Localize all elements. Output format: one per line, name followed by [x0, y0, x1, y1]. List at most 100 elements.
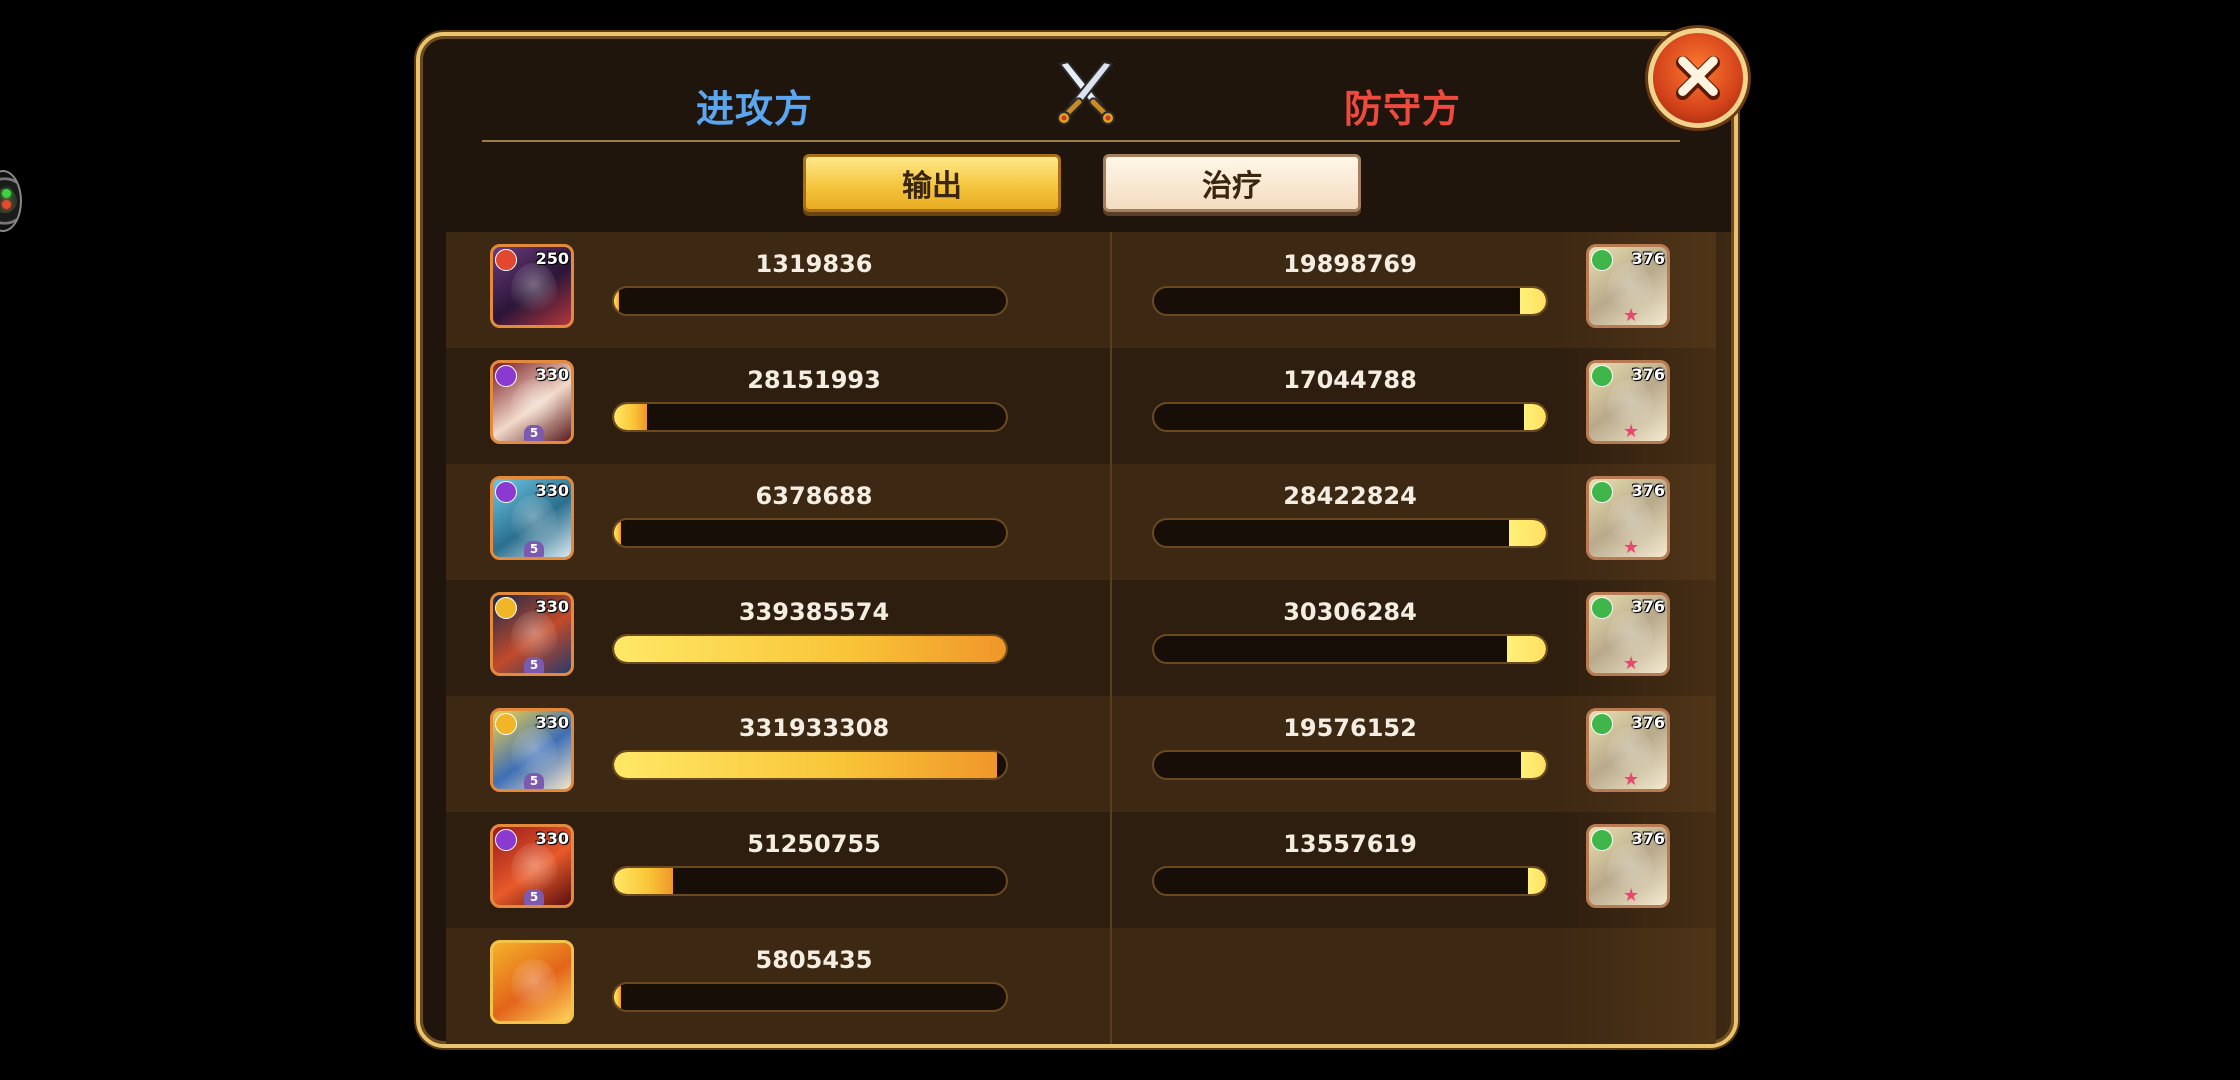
- dark-element-icon: [495, 365, 517, 387]
- close-icon: [1675, 55, 1721, 101]
- attacker-damage-bar: [612, 982, 1008, 1012]
- bar-fill: [1520, 288, 1546, 314]
- hero-star-count: 5: [524, 773, 544, 789]
- defender-damage-value: 19898769: [1283, 250, 1417, 278]
- battle-stats-panel: 进攻方 防守方 输出 治疗 250 1319836 330 5 28151993…: [416, 32, 1738, 1048]
- hero-star-count: 5: [524, 425, 544, 441]
- bar-fill: [614, 984, 621, 1010]
- fire-element-icon: [495, 249, 517, 271]
- attacker-damage-value: 5805435: [755, 946, 873, 974]
- nature-element-icon: [1591, 829, 1613, 851]
- attacker-hero-avatar[interactable]: 250: [490, 244, 574, 328]
- attacker-damage-bar: [612, 866, 1008, 896]
- attacker-damage-value: 6378688: [755, 482, 873, 510]
- light-element-icon: [495, 713, 517, 735]
- dark-element-icon: [495, 829, 517, 851]
- attacker-hero-avatar[interactable]: 330 5: [490, 360, 574, 444]
- nature-element-icon: [1591, 713, 1613, 735]
- defender-damage-value: 28422824: [1283, 482, 1417, 510]
- rank-star-icon: ★: [1623, 885, 1640, 906]
- hero-level: 376: [1631, 597, 1665, 616]
- game-screen: 进攻方 防守方 输出 治疗 250 1319836 330 5 28151993…: [0, 0, 2240, 1080]
- bar-fill: [1528, 868, 1546, 894]
- hero-level: 376: [1631, 829, 1665, 848]
- attacker-team-label: 进攻方: [696, 87, 814, 131]
- rank-star-icon: ★: [1623, 305, 1640, 326]
- hero-level: 376: [1631, 249, 1665, 268]
- defender-damage-bar: [1152, 866, 1548, 896]
- attacker-hero-avatar[interactable]: 330 5: [490, 708, 574, 792]
- attacker-damage-bar: [612, 750, 1008, 780]
- panel-header: 进攻方 防守方: [420, 36, 1734, 144]
- rank-star-icon: ★: [1623, 769, 1640, 790]
- rank-star-icon: ★: [1623, 421, 1640, 442]
- defender-team-label: 防守方: [1344, 87, 1462, 131]
- defender-damage-value: 13557619: [1283, 830, 1417, 858]
- floating-assistant-icon[interactable]: [0, 170, 22, 232]
- hero-level: 330: [535, 597, 569, 616]
- attacker-damage-value: 339385574: [738, 598, 890, 626]
- defender-damage-bar: [1152, 750, 1548, 780]
- hero-star-count: 5: [524, 889, 544, 905]
- defender-damage-bar: [1152, 402, 1548, 432]
- defender-hero-avatar[interactable]: 376 ★: [1586, 708, 1670, 792]
- defender-damage-bar: [1152, 286, 1548, 316]
- attacker-hero-avatar[interactable]: 330 5: [490, 476, 574, 560]
- attacker-hero-avatar[interactable]: [490, 940, 574, 1024]
- defender-damage-bar: [1152, 634, 1548, 664]
- nature-element-icon: [1591, 249, 1613, 271]
- attacker-damage-bar: [612, 402, 1008, 432]
- bar-fill: [1520, 752, 1546, 778]
- bar-fill: [1506, 636, 1546, 662]
- hero-portrait: [511, 263, 557, 317]
- attacker-damage-value: 331933308: [738, 714, 890, 742]
- defender-damage-value: 17044788: [1283, 366, 1417, 394]
- attacker-damage-value: 51250755: [747, 830, 881, 858]
- defender-hero-avatar[interactable]: 376 ★: [1586, 244, 1670, 328]
- hero-level: 376: [1631, 365, 1665, 384]
- hero-star-count: 5: [524, 657, 544, 673]
- defender-damage-value: 30306284: [1283, 598, 1417, 626]
- tab-damage-output[interactable]: 输出: [803, 154, 1061, 212]
- bar-fill: [1509, 520, 1546, 546]
- crossed-swords-icon: [1057, 60, 1115, 125]
- header-divider: [482, 140, 1680, 142]
- rank-star-icon: ★: [1623, 537, 1640, 558]
- rank-star-icon: ★: [1623, 653, 1640, 674]
- attacker-hero-avatar[interactable]: 330 5: [490, 592, 574, 676]
- bar-fill: [614, 868, 674, 894]
- defender-hero-avatar[interactable]: 376 ★: [1586, 476, 1670, 560]
- hero-level: 330: [535, 829, 569, 848]
- light-element-icon: [495, 597, 517, 619]
- nature-element-icon: [1591, 365, 1613, 387]
- bar-fill: [614, 404, 647, 430]
- nature-element-icon: [1591, 597, 1613, 619]
- attacker-damage-value: 28151993: [747, 366, 881, 394]
- attacker-damage-bar: [612, 286, 1008, 316]
- bar-fill: [614, 520, 622, 546]
- attacker-damage-bar: [612, 634, 1008, 664]
- defender-hero-avatar[interactable]: 376 ★: [1586, 360, 1670, 444]
- hero-level: 330: [535, 713, 569, 732]
- defender-damage-value: 19576152: [1283, 714, 1417, 742]
- close-button[interactable]: [1648, 28, 1748, 128]
- hero-level: 330: [535, 365, 569, 384]
- dark-element-icon: [495, 481, 517, 503]
- bar-fill: [614, 288, 619, 314]
- bar-fill: [614, 636, 1006, 662]
- hero-portrait: [511, 959, 557, 1013]
- attacker-damage-value: 1319836: [755, 250, 873, 278]
- status-dot-green: [2, 189, 11, 198]
- hero-level: 250: [535, 249, 569, 268]
- status-dot-red: [2, 200, 11, 209]
- defender-hero-avatar[interactable]: 376 ★: [1586, 824, 1670, 908]
- bar-fill: [614, 752, 998, 778]
- tab-healing[interactable]: 治疗: [1103, 154, 1361, 212]
- attacker-damage-bar: [612, 518, 1008, 548]
- column-divider: [1110, 232, 1112, 1044]
- hero-star-count: 5: [524, 541, 544, 557]
- hero-level: 376: [1631, 481, 1665, 500]
- bar-fill: [1524, 404, 1546, 430]
- defender-hero-avatar[interactable]: 376 ★: [1586, 592, 1670, 676]
- attacker-hero-avatar[interactable]: 330 5: [490, 824, 574, 908]
